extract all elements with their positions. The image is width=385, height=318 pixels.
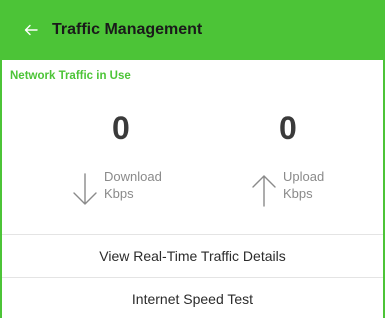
section-label-network-traffic: Network Traffic in Use xyxy=(10,70,131,82)
page-title: Traffic Management xyxy=(52,21,203,38)
download-texts: Download Kbps xyxy=(104,168,162,202)
arrow-down-icon xyxy=(73,173,97,205)
arrow-up-icon xyxy=(252,175,276,207)
upload-row: Upload Kbps xyxy=(249,168,324,210)
back-button[interactable] xyxy=(2,0,50,60)
internet-speed-test-button[interactable]: Internet Speed Test xyxy=(2,278,383,318)
upload-unit: Kbps xyxy=(283,186,313,201)
download-row: Download Kbps xyxy=(70,168,162,210)
download-value: 0 xyxy=(112,110,130,146)
arrow-left-icon xyxy=(24,24,38,36)
traffic-management-screen: Traffic Management Network Traffic in Us… xyxy=(0,0,385,318)
app-bar: Traffic Management xyxy=(2,0,383,60)
download-unit: Kbps xyxy=(104,186,134,201)
upload-value: 0 xyxy=(279,110,297,146)
upload-label: Upload xyxy=(283,169,325,184)
view-realtime-traffic-button[interactable]: View Real-Time Traffic Details xyxy=(2,235,383,277)
upload-texts: Upload Kbps xyxy=(283,168,324,202)
download-label: Download xyxy=(104,169,162,184)
